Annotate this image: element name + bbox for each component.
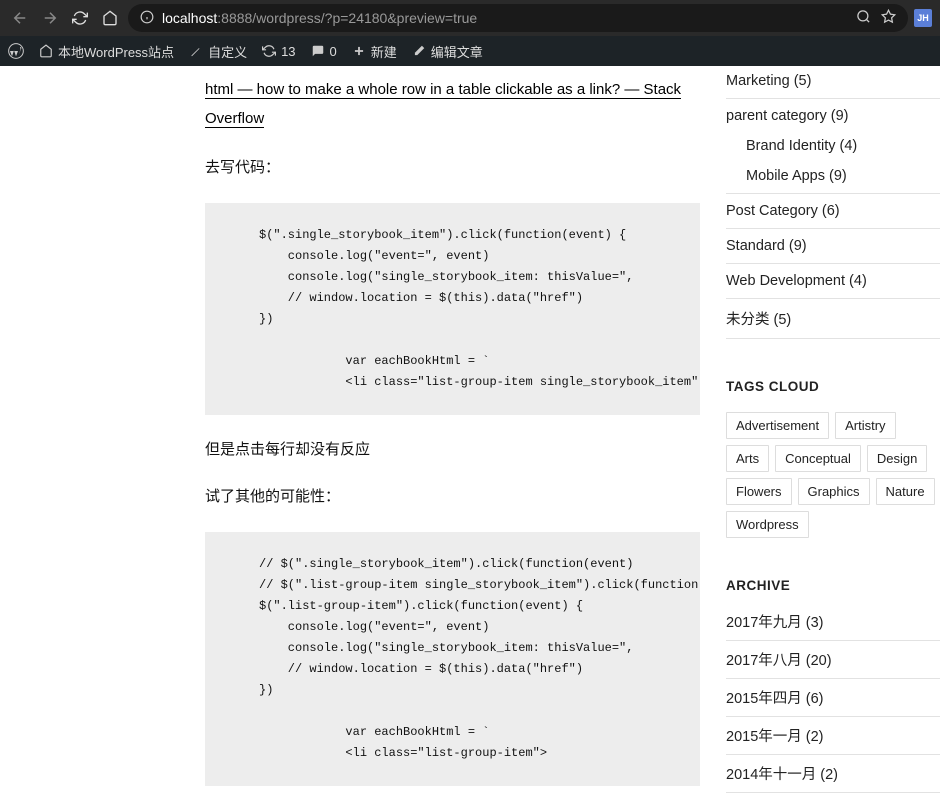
home-button[interactable]: [98, 6, 122, 30]
reference-link[interactable]: html — how to make a whole row in a tabl…: [205, 81, 681, 128]
tag[interactable]: Design: [867, 445, 927, 472]
url-host: localhost: [162, 10, 217, 26]
archive-item[interactable]: 2015年四月 (6): [726, 679, 940, 717]
bookmark-icon[interactable]: [881, 9, 896, 27]
wp-comments[interactable]: 0: [310, 43, 337, 59]
wp-site-link[interactable]: 本地WordPress站点: [38, 42, 174, 61]
archive-item[interactable]: 2015年一月 (2): [726, 717, 940, 755]
tag[interactable]: Nature: [876, 478, 935, 505]
archive-item[interactable]: 2017年八月 (20): [726, 641, 940, 679]
sidebar: Marketing (5) parent category (9)Brand Id…: [700, 66, 940, 800]
wp-edit[interactable]: 编辑文章: [411, 42, 483, 61]
category-item[interactable]: parent category (9): [726, 101, 940, 131]
category-item[interactable]: Marketing (5): [726, 66, 940, 96]
forward-button[interactable]: [38, 6, 62, 30]
tags-heading: TAGS CLOUD: [726, 379, 940, 394]
archive-heading: ARCHIVE: [726, 578, 940, 593]
search-icon[interactable]: [856, 9, 871, 27]
plus-icon: [351, 43, 367, 59]
category-subitem[interactable]: Mobile Apps (9): [726, 161, 940, 191]
main-content: html — how to make a whole row in a tabl…: [0, 66, 700, 800]
paragraph: 试了其他的可能性：: [205, 484, 700, 510]
wp-updates[interactable]: 13: [261, 43, 295, 59]
paragraph: 但是点击每行却没有反应: [205, 437, 700, 463]
wp-logo[interactable]: [8, 43, 24, 59]
tag[interactable]: Artistry: [835, 412, 895, 439]
refresh-icon: [261, 43, 277, 59]
category-item[interactable]: Web Development (4): [726, 266, 940, 296]
code-block-2: // $(".single_storybook_item").click(fun…: [205, 532, 700, 786]
wp-site-name: 本地WordPress站点: [58, 42, 174, 61]
wp-new[interactable]: 新建: [351, 42, 397, 61]
address-bar[interactable]: localhost:8888/wordpress/?p=24180&previe…: [128, 4, 908, 32]
back-button[interactable]: [8, 6, 32, 30]
tag[interactable]: Wordpress: [726, 511, 809, 538]
category-item[interactable]: Post Category (6): [726, 196, 940, 226]
tags-cloud: AdvertisementArtistry ArtsConceptualDesig…: [726, 412, 940, 538]
archive-item[interactable]: 2017年九月 (3): [726, 611, 940, 641]
tag[interactable]: Graphics: [798, 478, 870, 505]
profile-avatar[interactable]: JH: [914, 9, 932, 27]
category-item[interactable]: Standard (9): [726, 231, 940, 261]
info-icon[interactable]: [140, 10, 154, 27]
url-path: :8888/wordpress/?p=24180&preview=true: [217, 10, 477, 26]
wp-customize[interactable]: 自定义: [188, 42, 247, 61]
wp-admin-bar: 本地WordPress站点 自定义 13 0 新建 编辑文章: [0, 36, 940, 66]
comment-icon: [310, 43, 326, 59]
tag[interactable]: Arts: [726, 445, 769, 472]
archive-list: 2017年九月 (3)2017年八月 (20)2015年四月 (6)2015年一…: [726, 611, 940, 793]
browser-toolbar: localhost:8888/wordpress/?p=24180&previe…: [0, 0, 940, 36]
tag[interactable]: Advertisement: [726, 412, 829, 439]
reload-button[interactable]: [68, 6, 92, 30]
archive-item[interactable]: 2014年十一月 (2): [726, 755, 940, 793]
paragraph: 去写代码：: [205, 155, 700, 181]
category-subitem[interactable]: Brand Identity (4): [726, 131, 940, 161]
home-icon: [38, 43, 54, 59]
pencil-icon: [411, 43, 427, 59]
code-block-1: $(".single_storybook_item").click(functi…: [205, 203, 700, 415]
tag[interactable]: Conceptual: [775, 445, 861, 472]
category-item[interactable]: 未分类 (5): [726, 301, 940, 336]
category-list: Marketing (5) parent category (9)Brand Id…: [726, 66, 940, 339]
tag[interactable]: Flowers: [726, 478, 792, 505]
brush-icon: [188, 43, 204, 59]
